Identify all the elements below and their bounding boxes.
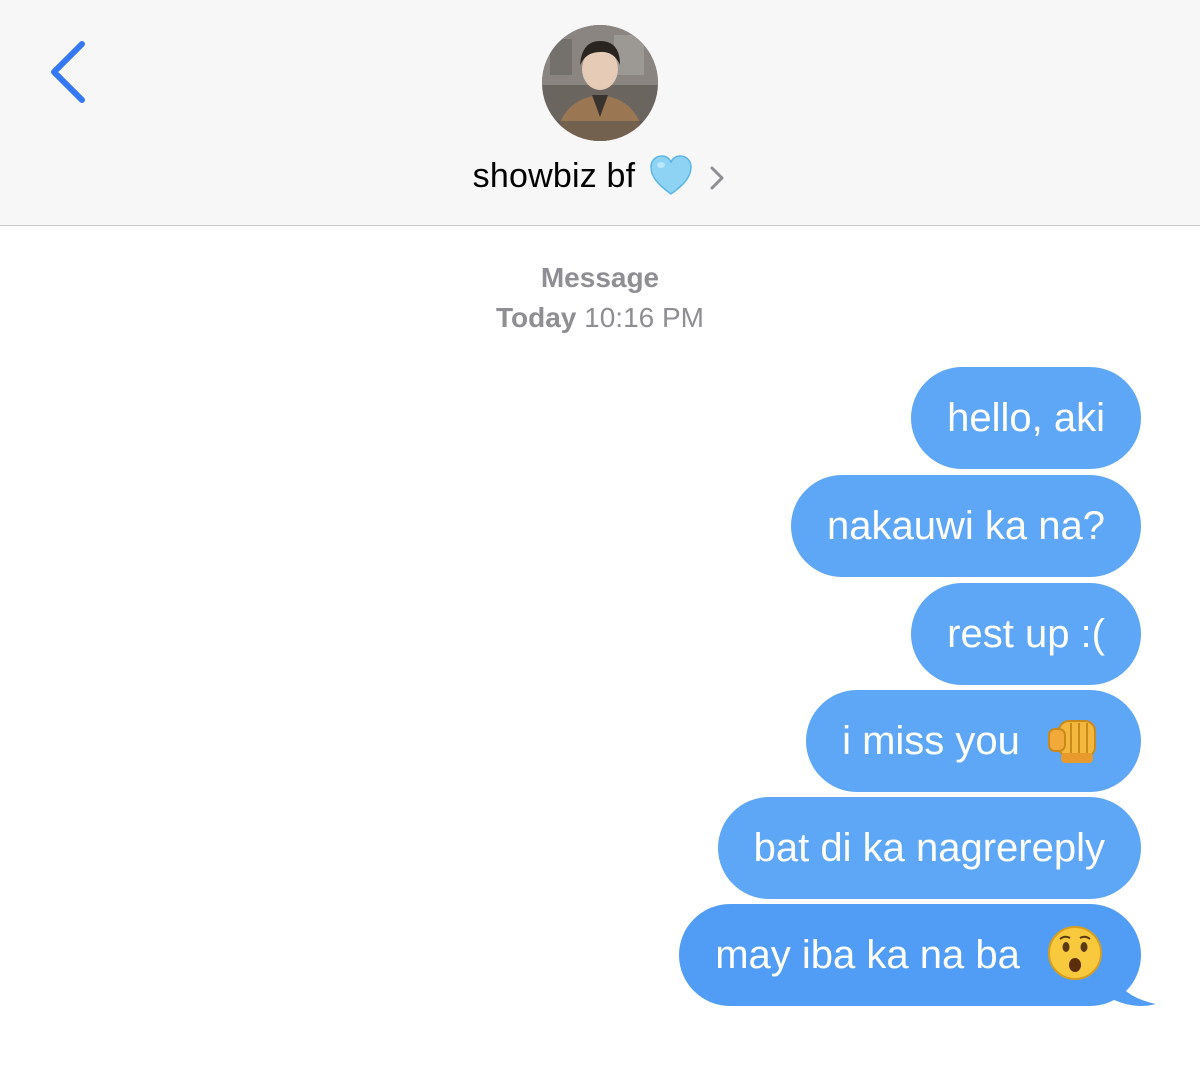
contact-title[interactable]: showbiz bf [0, 148, 1200, 204]
hushed-face-icon [1045, 923, 1105, 983]
chevron-right-icon[interactable] [707, 164, 727, 192]
timestamp-time: 10:16 PM [584, 302, 705, 333]
message-bubble[interactable]: hello, aki [911, 367, 1141, 469]
conversation-header: showbiz bf [0, 0, 1200, 226]
message-bubble[interactable]: may iba ka na ba [679, 904, 1141, 1006]
contact-name[interactable]: showbiz bf [473, 157, 636, 196]
chevron-left-icon [51, 41, 85, 103]
timestamp-day: Today [495, 302, 577, 333]
light-blue-heart-icon [649, 154, 693, 198]
message-text: i miss you [842, 719, 1020, 763]
avatar[interactable] [542, 25, 658, 141]
message-bubble[interactable]: bat di ka nagrereply [717, 797, 1141, 899]
message-text: nakauwi ka na? [827, 504, 1105, 548]
message-bubble[interactable]: i miss you [806, 690, 1141, 792]
bubble-tail [1100, 970, 1160, 1010]
back-button[interactable] [40, 36, 100, 108]
message-bubble[interactable]: nakauwi ka na? [791, 475, 1141, 577]
message-bubble[interactable]: rest up :( [911, 583, 1141, 685]
message-text: hello, aki [947, 396, 1105, 440]
message-text: bat di ka nagrereply [753, 826, 1105, 870]
message-text: rest up :( [947, 612, 1105, 656]
timestamp: Today 10:16 PM [0, 302, 1200, 334]
service-label: Message [540, 262, 660, 293]
message-text: may iba ka na ba [715, 933, 1020, 977]
fist-bump-icon [1045, 709, 1105, 769]
